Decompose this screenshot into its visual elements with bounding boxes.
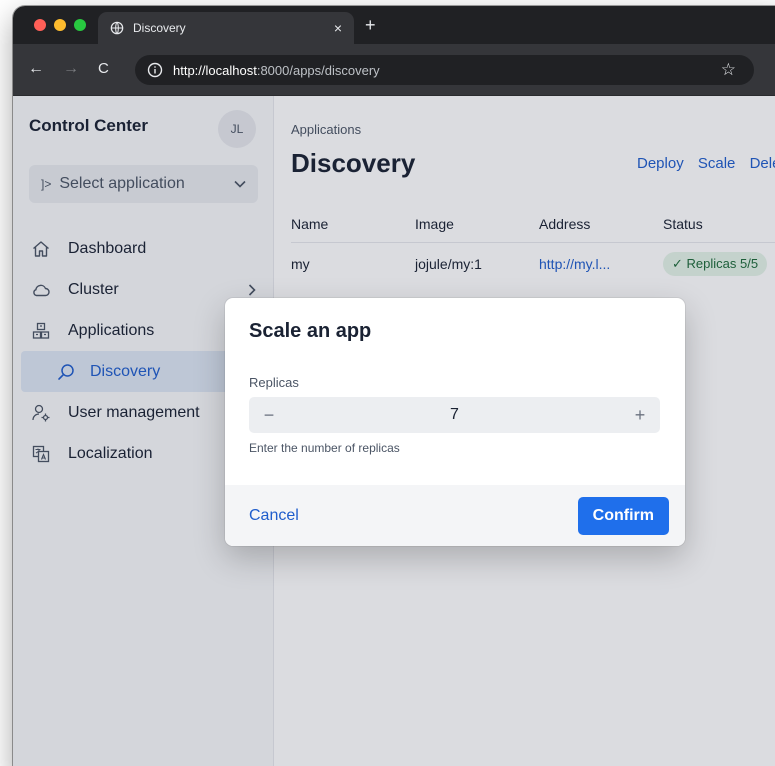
bookmark-star-icon[interactable]: ☆ bbox=[721, 60, 736, 80]
close-window-button[interactable] bbox=[34, 19, 46, 31]
cancel-button[interactable]: Cancel bbox=[249, 507, 299, 525]
maximize-window-button[interactable] bbox=[74, 19, 86, 31]
reload-icon[interactable]: C bbox=[98, 61, 109, 77]
new-tab-button[interactable]: + bbox=[365, 15, 376, 36]
back-icon[interactable]: ← bbox=[28, 61, 44, 77]
minimize-window-button[interactable] bbox=[54, 19, 66, 31]
decrement-button[interactable]: − bbox=[249, 405, 289, 426]
scale-dialog: Scale an app Replicas − 7 + Enter the nu… bbox=[225, 298, 685, 546]
tab-strip: Discovery × + bbox=[13, 6, 775, 44]
browser-window: Discovery × + ← → C http://localhost:800… bbox=[13, 6, 775, 766]
increment-button[interactable]: + bbox=[620, 405, 660, 426]
forward-icon[interactable]: → bbox=[63, 61, 79, 77]
replicas-label: Replicas bbox=[249, 375, 299, 390]
confirm-button[interactable]: Confirm bbox=[577, 496, 669, 535]
dialog-title: Scale an app bbox=[249, 320, 372, 342]
address-bar[interactable]: http://localhost:8000/apps/discovery ☆ bbox=[135, 55, 754, 85]
site-info-icon[interactable] bbox=[147, 62, 163, 78]
url-host: http://localhost bbox=[173, 62, 257, 78]
tab-title: Discovery bbox=[133, 21, 186, 35]
globe-icon bbox=[110, 21, 124, 35]
replicas-input[interactable]: 7 bbox=[289, 406, 620, 424]
browser-toolbar: ← → C http://localhost:8000/apps/discove… bbox=[13, 44, 775, 96]
replicas-stepper: − 7 + bbox=[249, 397, 660, 433]
dialog-footer: Cancel Confirm bbox=[225, 485, 685, 546]
close-tab-icon[interactable]: × bbox=[334, 20, 342, 36]
browser-tab[interactable]: Discovery × bbox=[98, 12, 354, 44]
helper-text: Enter the number of replicas bbox=[249, 441, 400, 455]
url-path: :8000/apps/discovery bbox=[256, 62, 380, 78]
